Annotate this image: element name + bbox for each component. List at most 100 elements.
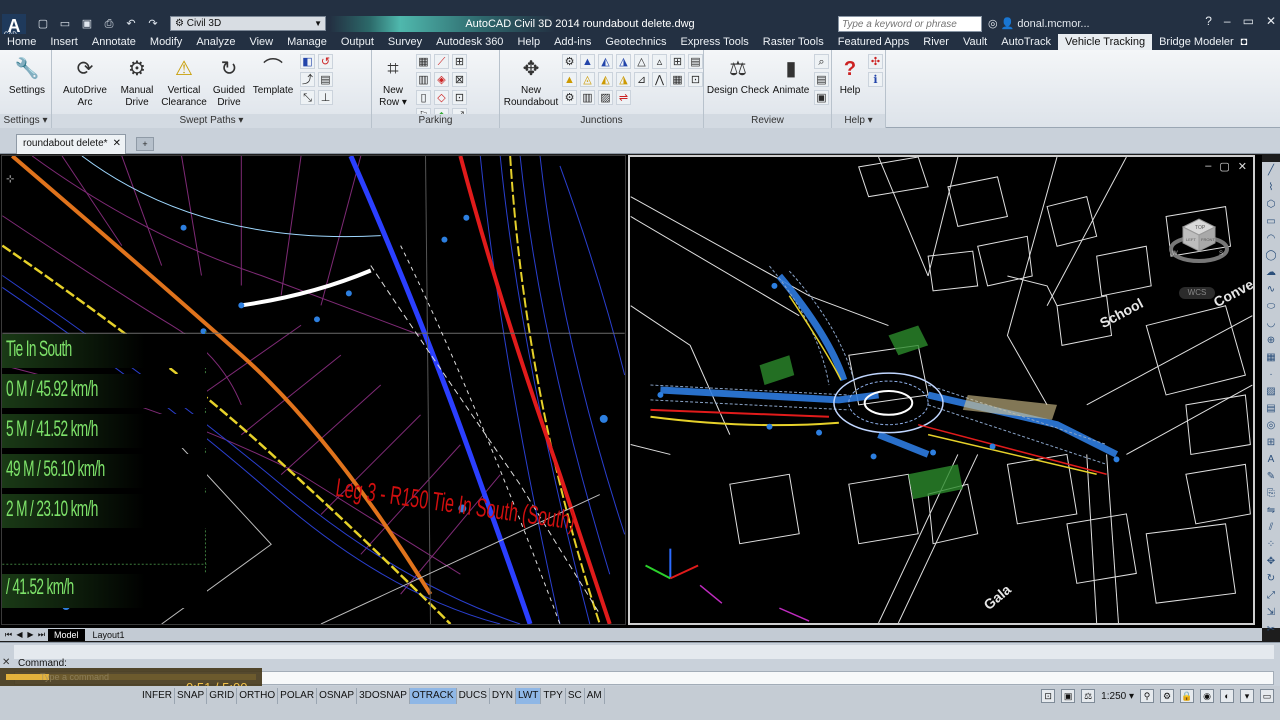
review-record-icon[interactable]: ▣ (814, 90, 829, 105)
next-layout-icon[interactable]: ▶ (26, 630, 35, 640)
junction-splitter-icon[interactable]: ◭ (598, 72, 613, 87)
clean-screen-icon[interactable]: ▭ (1260, 689, 1274, 703)
new-roundabout-button[interactable]: ✥ New Roundabout (502, 54, 560, 112)
hatch-tool-icon[interactable]: ▨ (1264, 385, 1278, 399)
tab-modify[interactable]: Modify (143, 34, 189, 50)
tab-featured-apps[interactable]: Featured Apps (831, 34, 917, 50)
maximize-icon[interactable]: ▭ (1243, 14, 1254, 28)
lock-icon[interactable]: 🔒 (1180, 689, 1194, 703)
tab-home[interactable]: Home (0, 34, 43, 50)
status-toggle-lwt[interactable]: LWT (516, 688, 542, 704)
junction-marking-icon[interactable]: ⊿ (634, 72, 649, 87)
close-icon[interactable]: ✕ (1266, 14, 1276, 28)
junction-report-icon[interactable]: ⊡ (688, 72, 703, 87)
tab-autotrack[interactable]: AutoTrack (994, 34, 1058, 50)
vehicle-library-icon[interactable]: ◧ (300, 54, 315, 69)
status-toggle-snap[interactable]: SNAP (175, 688, 208, 704)
first-layout-icon[interactable]: ⏮ (4, 630, 13, 640)
gradient-tool-icon[interactable]: ▤ (1264, 402, 1278, 416)
status-toggle-polar[interactable]: POLAR (278, 688, 318, 704)
mirror-tool-icon[interactable]: ⇋ (1264, 504, 1278, 518)
print-icon[interactable]: ⎙ (100, 17, 118, 31)
template-button[interactable]: ⌒ Template (246, 54, 300, 112)
minimize-icon[interactable]: – (1224, 14, 1231, 28)
status-toggle-sc[interactable]: SC (566, 688, 585, 704)
right-viewport[interactable]: School Conve Gala – ▢ ✕ TOP LEFT FRONT W… (628, 155, 1255, 625)
isolate-objects-icon[interactable]: ◐ (1220, 689, 1234, 703)
junction-signal-icon[interactable]: ⋀ (652, 72, 667, 87)
tab-annotate[interactable]: Annotate (85, 34, 143, 50)
region-tool-icon[interactable]: ◎ (1264, 419, 1278, 433)
annotation-scale-icon[interactable]: ⚖ (1081, 689, 1096, 703)
vehicle-outline-icon[interactable]: ▤ (318, 72, 333, 87)
viewport-close-icon[interactable]: ✕ (1238, 160, 1247, 173)
ribbon-minimize-icon[interactable]: ◘ (1241, 36, 1280, 48)
save-icon[interactable]: ▣ (78, 17, 96, 31)
tab-river[interactable]: River (916, 34, 956, 50)
junction-symbol-icon[interactable]: ▨ (598, 90, 613, 105)
tab-express-tools[interactable]: Express Tools (674, 34, 756, 50)
revcloud-tool-icon[interactable]: ☁ (1264, 266, 1278, 280)
junction-hatch-icon[interactable]: ▥ (580, 90, 595, 105)
junction-merge-icon[interactable]: ◭ (598, 54, 613, 69)
parking-diagonal-icon[interactable]: ◈ (434, 72, 449, 87)
settings-button[interactable]: 🔧 Settings (0, 54, 54, 112)
junction-approach-icon[interactable]: ▵ (652, 54, 667, 69)
junction-arm-icon[interactable]: ▲ (562, 72, 577, 87)
status-toggle-infer[interactable]: INFER (140, 688, 175, 704)
tab-autodesk-360[interactable]: Autodesk 360 (429, 34, 510, 50)
help-button[interactable]: ? Help (832, 54, 868, 112)
make-block-icon[interactable]: ▦ (1264, 351, 1278, 365)
parking-aisle-icon[interactable]: ▯ (416, 90, 431, 105)
document-tab[interactable]: roundabout delete* ✕ (16, 134, 126, 154)
help-web-icon[interactable]: ✣ (868, 54, 883, 69)
point-tool-icon[interactable]: · (1264, 368, 1278, 382)
workspace-switch-icon[interactable]: ⚙ (1160, 689, 1174, 703)
ellipse-arc-tool-icon[interactable]: ◡ (1264, 317, 1278, 331)
viewport-restore-icon[interactable]: ▢ (1219, 160, 1229, 173)
tab-geotechnics[interactable]: Geotechnics (598, 34, 673, 50)
parking-count-icon[interactable]: ⊡ (452, 90, 467, 105)
swept-paths-panel-title[interactable]: Swept Paths ▾ (52, 114, 371, 128)
help-panel-title[interactable]: Help ▾ (832, 114, 885, 128)
model-space-icon[interactable]: ⊡ (1041, 689, 1056, 703)
scale-tool-icon[interactable]: ⤢ (1264, 589, 1278, 603)
tab-bridge-modeler[interactable]: Bridge Modeler (1152, 34, 1241, 50)
parking-space-icon[interactable]: ▥ (416, 72, 431, 87)
swept-options-icon[interactable]: ⊥ (318, 90, 333, 105)
hardware-accel-icon[interactable]: ◉ (1200, 689, 1214, 703)
status-toggle-3dosnap[interactable]: 3DOSNAP (357, 688, 410, 704)
array-tool-icon[interactable]: ⁘ (1264, 538, 1278, 552)
junction-lane-icon[interactable]: ▲ (580, 54, 595, 69)
user-account[interactable]: ◎ 👤 donal.mcmor... (988, 16, 1128, 32)
prev-layout-icon[interactable]: ◀ (15, 630, 24, 640)
tab-model[interactable]: Model (48, 628, 85, 641)
status-toggle-dyn[interactable]: DYN (490, 688, 517, 704)
open-folder-icon[interactable]: ▭ (56, 17, 74, 31)
stretch-tool-icon[interactable]: ⇲ (1264, 606, 1278, 620)
offset-tool-icon[interactable]: ⫽ (1264, 521, 1278, 535)
table-tool-icon[interactable]: ⊞ (1264, 436, 1278, 450)
rotate-tool-icon[interactable]: ↻ (1264, 572, 1278, 586)
close-command-line-icon[interactable]: ✕ (2, 657, 10, 668)
status-toggle-otrack[interactable]: OTRACK (409, 688, 457, 704)
junction-list-icon[interactable]: ▤ (688, 54, 703, 69)
status-toggle-tpy[interactable]: TPY (541, 688, 566, 704)
tab-raster-tools[interactable]: Raster Tools (756, 34, 831, 50)
autodrive-arc-button[interactable]: ⟳ AutoDrive Arc (58, 54, 112, 112)
junction-edit-icon[interactable]: ⊞ (670, 54, 685, 69)
tab-layout1[interactable]: Layout1 (87, 629, 131, 641)
tab-view[interactable]: View (242, 34, 280, 50)
erase-tool-icon[interactable]: ✎ (1264, 470, 1278, 484)
polygon-tool-icon[interactable]: ⬡ (1264, 198, 1278, 212)
junction-gear-icon[interactable]: ⚙ (562, 90, 577, 105)
junction-kerb-icon[interactable]: ◮ (616, 72, 631, 87)
help-icon[interactable]: ? (1205, 14, 1212, 28)
tab-add-ins[interactable]: Add-ins (547, 34, 598, 50)
search-input[interactable] (838, 16, 982, 32)
junction-visibility-icon[interactable]: ◬ (580, 72, 595, 87)
drawing-area[interactable]: Tie In South 0 M / 45.92 km/h 5 M / 41.5… (0, 155, 1262, 628)
tab-vault[interactable]: Vault (956, 34, 994, 50)
left-viewport[interactable]: Tie In South 0 M / 45.92 km/h 5 M / 41.5… (1, 155, 626, 625)
edit-path-icon[interactable]: ↺ (318, 54, 333, 69)
